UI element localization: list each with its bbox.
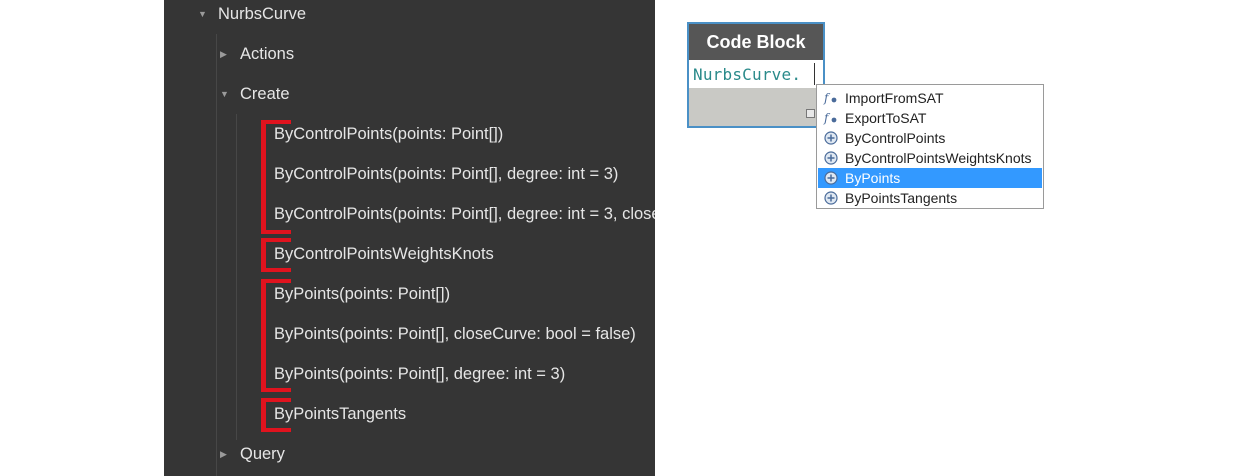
method-label: ByPoints(points: Point[]) (274, 284, 451, 303)
node-resize-handle[interactable] (806, 109, 815, 118)
svg-text:f: f (823, 111, 831, 125)
autocomplete-label: ExportToSAT (845, 110, 927, 126)
tree-node-create[interactable]: ▼ Create (220, 74, 290, 114)
method-label: ByPoints(points: Point[], degree: int = … (274, 364, 566, 383)
create-icon (823, 190, 839, 206)
group-bracket (261, 398, 291, 432)
caret-collapsed-icon: ▶ (220, 448, 227, 459)
method-label: ByPoints(points: Point[], closeCurve: bo… (274, 324, 636, 343)
node-title: Code Block (689, 24, 823, 60)
method-item[interactable]: ByPointsTangents (274, 394, 655, 434)
method-label: ByControlPoints(points: Point[], degree:… (274, 164, 619, 183)
tree-node-nurbscurve[interactable]: ▼ NurbsCurve (198, 0, 306, 34)
caret-expanded-icon: ▼ (220, 88, 229, 99)
code-block-node[interactable]: Code Block NurbsCurve. (687, 22, 825, 128)
group-bracket (261, 279, 291, 392)
method-item[interactable]: ByPoints(points: Point[]) (274, 274, 655, 314)
tree-node-label: Create (240, 84, 290, 103)
code-input[interactable]: NurbsCurve. (689, 60, 823, 88)
method-label: ByControlPoints(points: Point[], degree:… (274, 204, 655, 223)
tree-guide-line (236, 114, 237, 440)
group-bracket (261, 120, 291, 234)
autocomplete-label: ByControlPointsWeightsKnots (845, 150, 1032, 166)
code-text: NurbsCurve. (693, 64, 802, 84)
method-item[interactable]: ByPoints(points: Point[], closeCurve: bo… (274, 314, 655, 354)
autocomplete-label: ByPointsTangents (845, 190, 958, 206)
create-icon (823, 150, 839, 166)
autocomplete-item-selected[interactable]: ByPoints (818, 168, 1042, 188)
method-label: ByControlPoints(points: Point[]) (274, 124, 504, 143)
tree-node-label: NurbsCurve (218, 4, 307, 23)
method-item[interactable]: ByControlPoints(points: Point[], degree:… (274, 194, 655, 234)
create-icon (823, 170, 839, 186)
method-item[interactable]: ByPoints(points: Point[], degree: int = … (274, 354, 655, 394)
function-icon: f (823, 90, 839, 106)
caret-collapsed-icon: ▶ (220, 48, 227, 59)
autocomplete-item[interactable]: f ImportFromSAT (818, 88, 1042, 108)
autocomplete-list: f ImportFromSAT f ExportToSAT ByControlP… (816, 84, 1044, 209)
caret-expanded-icon: ▼ (198, 8, 207, 19)
tree-node-label: Query (240, 444, 285, 463)
stage: ▼ NurbsCurve ▶ Actions ▼ Create ByContro… (0, 0, 1250, 476)
library-panel: ▼ NurbsCurve ▶ Actions ▼ Create ByContro… (164, 0, 655, 476)
autocomplete-item[interactable]: ByControlPointsWeightsKnots (818, 148, 1042, 168)
create-icon (823, 130, 839, 146)
group-bracket (261, 238, 291, 272)
method-item[interactable]: ByControlPointsWeightsKnots (274, 234, 655, 274)
autocomplete-item[interactable]: f ExportToSAT (818, 108, 1042, 128)
svg-text:f: f (823, 91, 831, 105)
method-label: ByPointsTangents (274, 404, 407, 423)
method-item[interactable]: ByControlPoints(points: Point[]) (274, 114, 655, 154)
tree-guide-line (216, 34, 217, 476)
text-cursor (814, 63, 815, 85)
autocomplete-label: ImportFromSAT (845, 90, 944, 106)
tree-node-query[interactable]: ▶ Query (220, 434, 285, 474)
tree-node-label: Actions (240, 44, 295, 63)
autocomplete-label: ByControlPoints (845, 130, 946, 146)
method-item[interactable]: ByControlPoints(points: Point[], degree:… (274, 154, 655, 194)
autocomplete-item[interactable]: ByPointsTangents (818, 188, 1042, 208)
autocomplete-item[interactable]: ByControlPoints (818, 128, 1042, 148)
tree-node-actions[interactable]: ▶ Actions (220, 34, 294, 74)
method-label: ByControlPointsWeightsKnots (274, 244, 494, 263)
autocomplete-label: ByPoints (845, 170, 901, 186)
function-icon: f (823, 110, 839, 126)
